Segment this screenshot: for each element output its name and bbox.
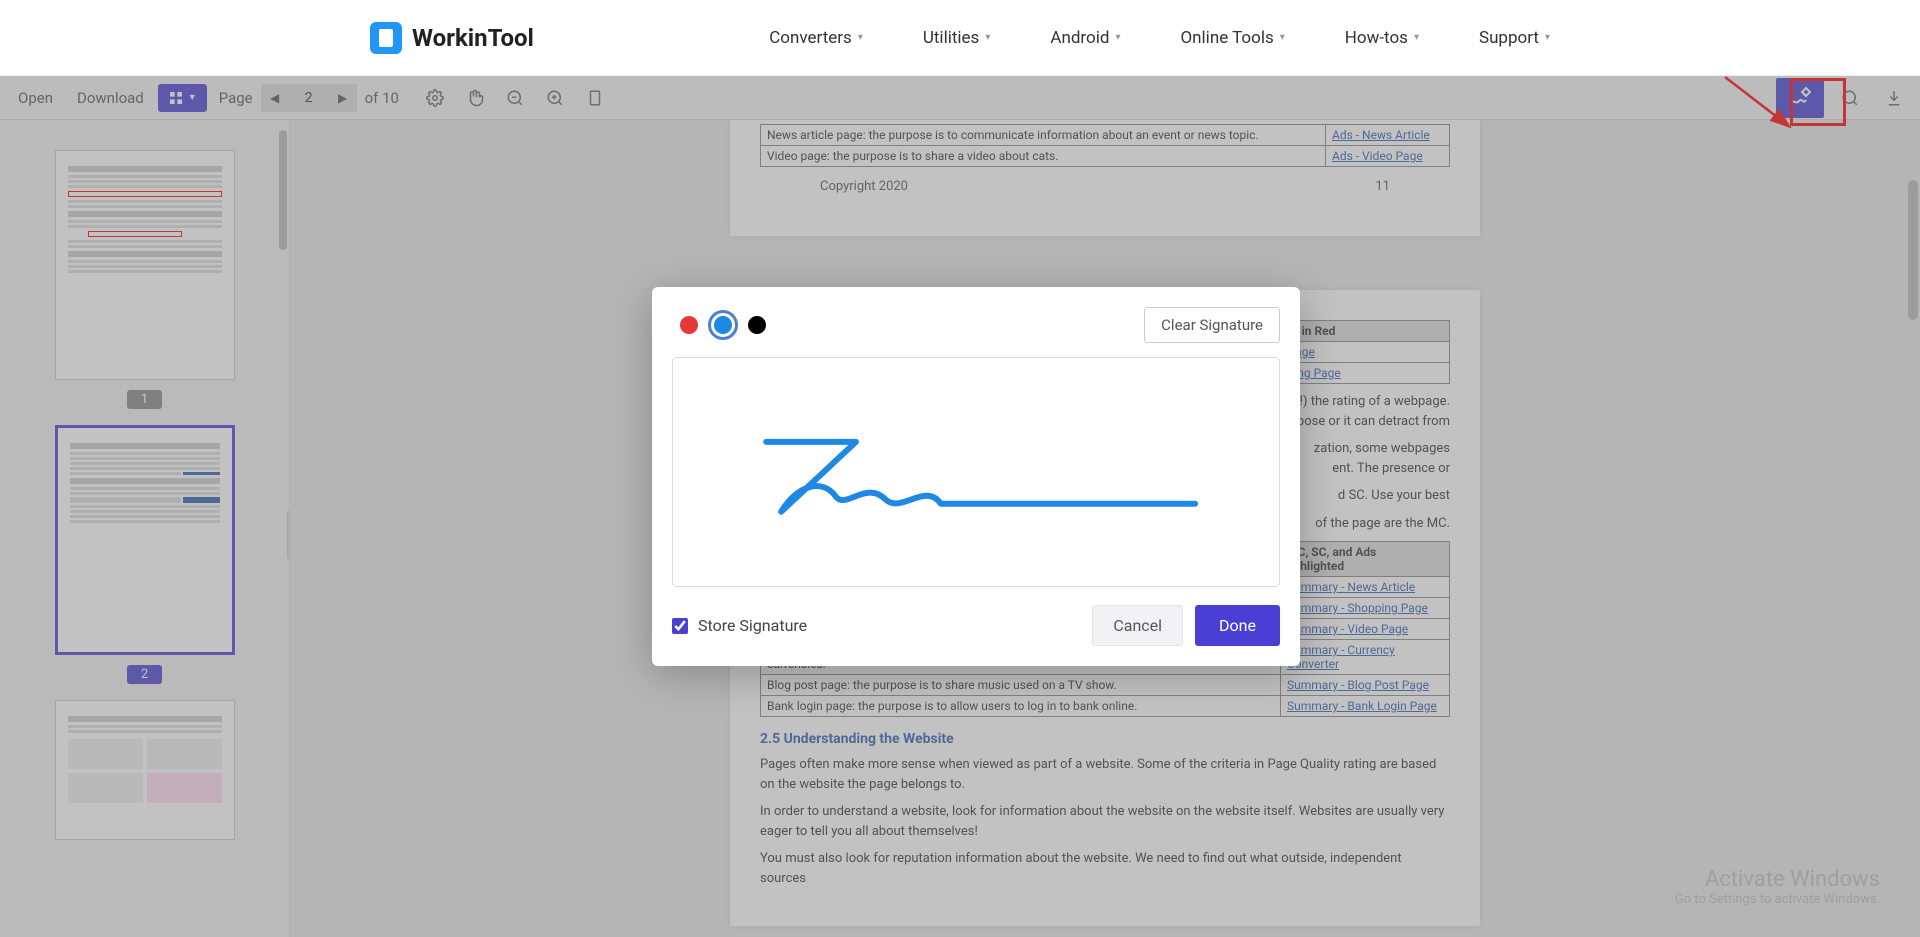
chevron-down-icon: ▾ (1414, 32, 1419, 43)
signature-color-picker (672, 316, 766, 334)
brand[interactable]: WorkinTool (370, 22, 534, 54)
store-signature-label: Store Signature (698, 616, 807, 635)
store-signature-input[interactable] (672, 618, 688, 634)
chevron-down-icon: ▾ (1115, 32, 1120, 43)
clear-signature-button[interactable]: Clear Signature (1144, 307, 1280, 343)
top-nav: WorkinTool Converters▾ Utilities▾ Androi… (0, 0, 1920, 76)
signature-drawing-icon (703, 392, 1248, 552)
chevron-down-icon: ▾ (1545, 32, 1550, 43)
color-blue[interactable] (714, 316, 732, 334)
nav-howtos[interactable]: How-tos▾ (1345, 28, 1419, 48)
brand-logo-icon (370, 22, 402, 54)
nav-android[interactable]: Android▾ (1050, 28, 1120, 48)
nav-utilities[interactable]: Utilities▾ (923, 28, 991, 48)
color-red[interactable] (680, 316, 698, 334)
nav-converters[interactable]: Converters▾ (769, 28, 863, 48)
store-signature-checkbox[interactable]: Store Signature (672, 616, 807, 635)
cancel-button[interactable]: Cancel (1092, 605, 1183, 646)
signature-modal: Clear Signature Store Signature Cancel D… (652, 287, 1300, 666)
chevron-down-icon: ▾ (985, 32, 990, 43)
nav-support[interactable]: Support▾ (1479, 28, 1550, 48)
nav-online-tools[interactable]: Online Tools▾ (1180, 28, 1284, 48)
brand-text: WorkinTool (412, 24, 534, 52)
color-black[interactable] (748, 316, 766, 334)
signature-canvas[interactable] (672, 357, 1280, 587)
chevron-down-icon: ▾ (1280, 32, 1285, 43)
nav-links: Converters▾ Utilities▾ Android▾ Online T… (769, 28, 1550, 48)
done-button[interactable]: Done (1195, 605, 1280, 646)
chevron-down-icon: ▾ (858, 32, 863, 43)
